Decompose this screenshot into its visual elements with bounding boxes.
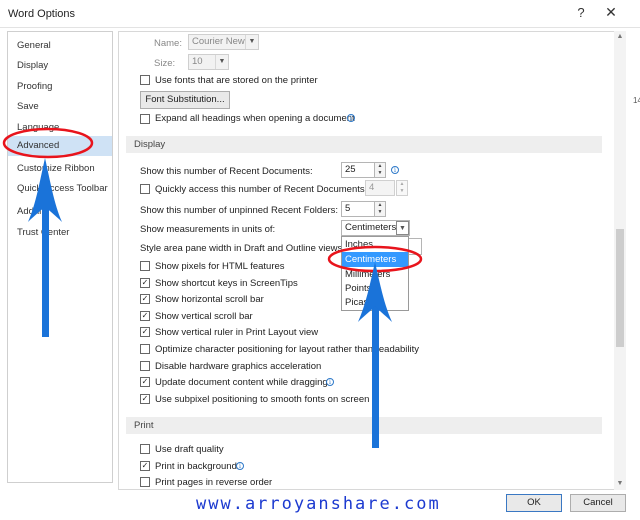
chevron-down-icon: ▼ [396,221,409,235]
scroll-up-icon[interactable]: ▲ [614,31,626,43]
show-shortcut-keys-checkbox[interactable]: ✓ [140,278,150,288]
measurement-units-dropdown: Inches Centimeters Millimeters Points Pi… [341,236,409,311]
scroll-down-icon[interactable]: ▼ [614,478,626,490]
measurement-units-value: Centimeters [345,222,397,233]
show-shortcut-keys-label: Show shortcut keys in ScreenTips [155,278,298,289]
sidebar-item-save[interactable]: Save [8,97,112,117]
horizontal-scroll-label: Show horizontal scroll bar [155,294,264,305]
units-option-centimeters[interactable]: Centimeters [342,252,408,267]
units-option-picas[interactable]: Picas [342,295,408,310]
unpinned-folders-input[interactable]: 5 [341,201,375,217]
quick-access-checkbox[interactable] [140,184,150,194]
sidebar-item-trust-center[interactable]: Trust Center [8,223,112,243]
expand-headings-checkbox[interactable] [140,114,150,124]
reverse-order-label: Print pages in reverse order [155,477,273,488]
expand-headings-label: Expand all headings when opening a docum… [155,113,355,124]
units-option-millimeters[interactable]: Millimeters [342,267,408,282]
font-size-select[interactable]: 10 ▼ [188,54,229,70]
horizontal-scroll-checkbox[interactable]: ✓ [140,294,150,304]
cancel-button[interactable]: Cancel [570,494,626,512]
content-scrollbar[interactable]: ▲ ▼ [614,31,626,490]
help-button[interactable]: ? [574,5,588,20]
vertical-scroll-checkbox[interactable]: ✓ [140,311,150,321]
print-background-label: Print in background [155,461,237,472]
font-name-label: Name: [154,38,182,49]
recent-docs-input[interactable]: 25 [341,162,375,178]
measurement-units-select[interactable]: Centimeters ▼ [341,220,410,236]
sidebar-item-quick-access-toolbar[interactable]: Quick Access Toolbar [8,179,112,199]
sidebar-item-add-ins[interactable]: Add-ins [8,202,112,222]
sidebar-item-general[interactable]: General [8,36,112,56]
use-printer-fonts-label: Use fonts that are stored on the printer [155,75,318,86]
info-icon: i [347,114,355,122]
reverse-order-checkbox[interactable] [140,477,150,487]
use-printer-fonts-checkbox[interactable] [140,75,150,85]
draft-quality-label: Use draft quality [155,444,224,455]
sidebar-item-language[interactable]: Language [8,118,112,138]
disable-hw-acceleration-checkbox[interactable] [140,361,150,371]
recent-docs-stepper[interactable]: ▲ ▼ [374,162,386,178]
background-window-fragment: 14 [626,90,640,150]
info-icon: i [391,166,399,174]
chevron-down-icon: ▼ [215,55,228,69]
quick-access-input[interactable]: 4 [365,180,395,196]
recent-docs-label: Show this number of Recent Documents: [140,166,313,177]
unpinned-folders-label: Show this number of unpinned Recent Fold… [140,205,339,216]
title-bar: Word Options ? ✕ [0,0,640,28]
close-button[interactable]: ✕ [603,4,619,21]
font-substitution-button[interactable]: Font Substitution... [140,91,230,109]
subpixel-positioning-label: Use subpixel positioning to smooth fonts… [155,394,370,405]
show-pixels-label: Show pixels for HTML features [155,261,285,272]
unpinned-folders-stepper[interactable]: ▲ ▼ [374,201,386,217]
sidebar-item-customize-ribbon[interactable]: Customize Ribbon [8,159,112,179]
font-size-value: 10 [192,56,203,67]
window-title: Word Options [8,8,76,20]
sidebar-item-advanced[interactable]: Advanced [8,136,112,156]
units-option-points[interactable]: Points [342,281,408,296]
quick-access-label: Quickly access this number of Recent Doc… [155,184,368,195]
display-section-header: Display [126,136,602,153]
draft-quality-checkbox[interactable] [140,444,150,454]
sidebar-item-display[interactable]: Display [8,56,112,76]
info-icon: i [236,462,244,470]
vertical-ruler-label: Show vertical ruler in Print Layout view [155,327,319,338]
measurement-units-label: Show measurements in units of: [140,224,276,235]
watermark-text: www.arroyanshare.com [196,494,441,514]
options-sidebar: General Display Proofing Save Language A… [7,31,113,483]
font-name-value: Courier New [192,36,245,47]
chevron-down-icon: ▼ [245,35,258,49]
font-size-label: Size: [154,58,176,69]
ok-button[interactable]: OK [506,494,562,512]
scroll-thumb[interactable] [616,229,624,347]
show-pixels-checkbox[interactable] [140,261,150,271]
disable-hw-acceleration-label: Disable hardware graphics acceleration [155,361,322,372]
subpixel-positioning-checkbox[interactable]: ✓ [140,394,150,404]
sidebar-item-proofing[interactable]: Proofing [8,77,112,97]
font-name-select[interactable]: Courier New ▼ [188,34,259,50]
optimize-positioning-label: Optimize character positioning for layou… [155,344,420,355]
style-area-label: Style area pane width in Draft and Outli… [140,243,345,254]
vertical-scroll-label: Show vertical scroll bar [155,311,253,322]
background-fragment-text: 14 [633,96,640,105]
info-icon: i [326,378,334,386]
print-section-header: Print [126,417,602,434]
quick-access-stepper[interactable]: ▲ ▼ [396,180,408,196]
update-content-dragging-checkbox[interactable]: ✓ [140,377,150,387]
vertical-ruler-checkbox[interactable]: ✓ [140,327,150,337]
print-background-checkbox[interactable]: ✓ [140,461,150,471]
optimize-positioning-checkbox[interactable] [140,344,150,354]
units-option-inches[interactable]: Inches [342,237,408,252]
update-content-dragging-label: Update document content while dragging [155,377,328,388]
